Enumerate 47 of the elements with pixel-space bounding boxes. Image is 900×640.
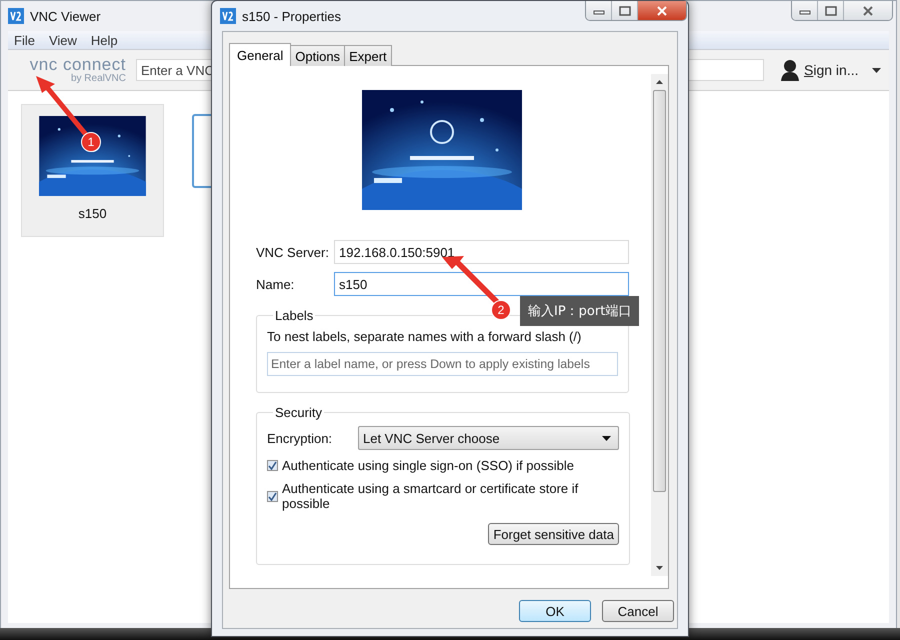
scrollbar[interactable] [651,74,668,576]
app-icon [220,8,236,24]
window-title: VNC Viewer [30,8,101,24]
checkbox[interactable] [267,490,278,502]
maximize-button[interactable] [612,1,638,20]
logo-text: vnc connect [30,56,126,73]
menu-item[interactable]: Help [90,32,118,48]
close-button[interactable] [844,1,892,20]
hint-text: To nest labels, separate names with a forward slash (/) [267,329,582,344]
tab[interactable]: Expert [344,45,392,66]
field-label: VNC Server: [256,244,330,260]
maximize-icon [618,6,630,16]
group-title: Security [274,405,323,420]
scrollbar-thumb[interactable] [653,90,666,492]
field-label: Encryption: [267,430,334,446]
group-title: Labels [274,308,314,323]
menu-item[interactable]: View [48,32,77,48]
field-label: Name: [256,276,296,292]
forget-data-button[interactable]: Forget sensitive data [488,523,619,545]
window-title: s150 - Properties [242,8,341,24]
close-button[interactable] [638,1,686,20]
ok-button[interactable]: OK [519,600,591,622]
connection-name: s150 [78,206,107,221]
maximize-button[interactable] [818,1,844,20]
user-icon [780,59,800,81]
encryption-dropdown[interactable]: Let VNC Server choose [358,426,619,450]
name-field[interactable]: s150 [334,272,629,296]
tab[interactable]: General [229,43,292,66]
close-icon [655,6,669,16]
label-field[interactable]: Enter a label name, or press Down to apply existing labels [267,352,618,376]
maximize-icon [824,6,836,16]
sign-in-link[interactable]: Sign in... [804,62,858,78]
checkbox-label: Authenticate using single sign-on (SSO) if possible [282,458,575,473]
checkbox-label: Authenticate using a smartcard or certificate store if possible [282,481,580,511]
minimize-button[interactable] [792,1,818,20]
logo-byline: by RealVNC [70,73,126,84]
close-icon [861,6,875,16]
callout: 输入IP：port端口 [520,296,640,326]
checkbox[interactable] [267,460,278,471]
caret-icon[interactable] [872,68,882,72]
tab[interactable]: Options [290,45,346,66]
menu-item[interactable]: File [14,32,35,48]
caret-icon [602,436,611,440]
server-field[interactable]: 192.168.0.150:5901 [334,240,629,264]
app-icon [8,8,24,24]
minimize-button[interactable] [586,1,612,20]
cancel-button[interactable]: Cancel [602,600,674,622]
